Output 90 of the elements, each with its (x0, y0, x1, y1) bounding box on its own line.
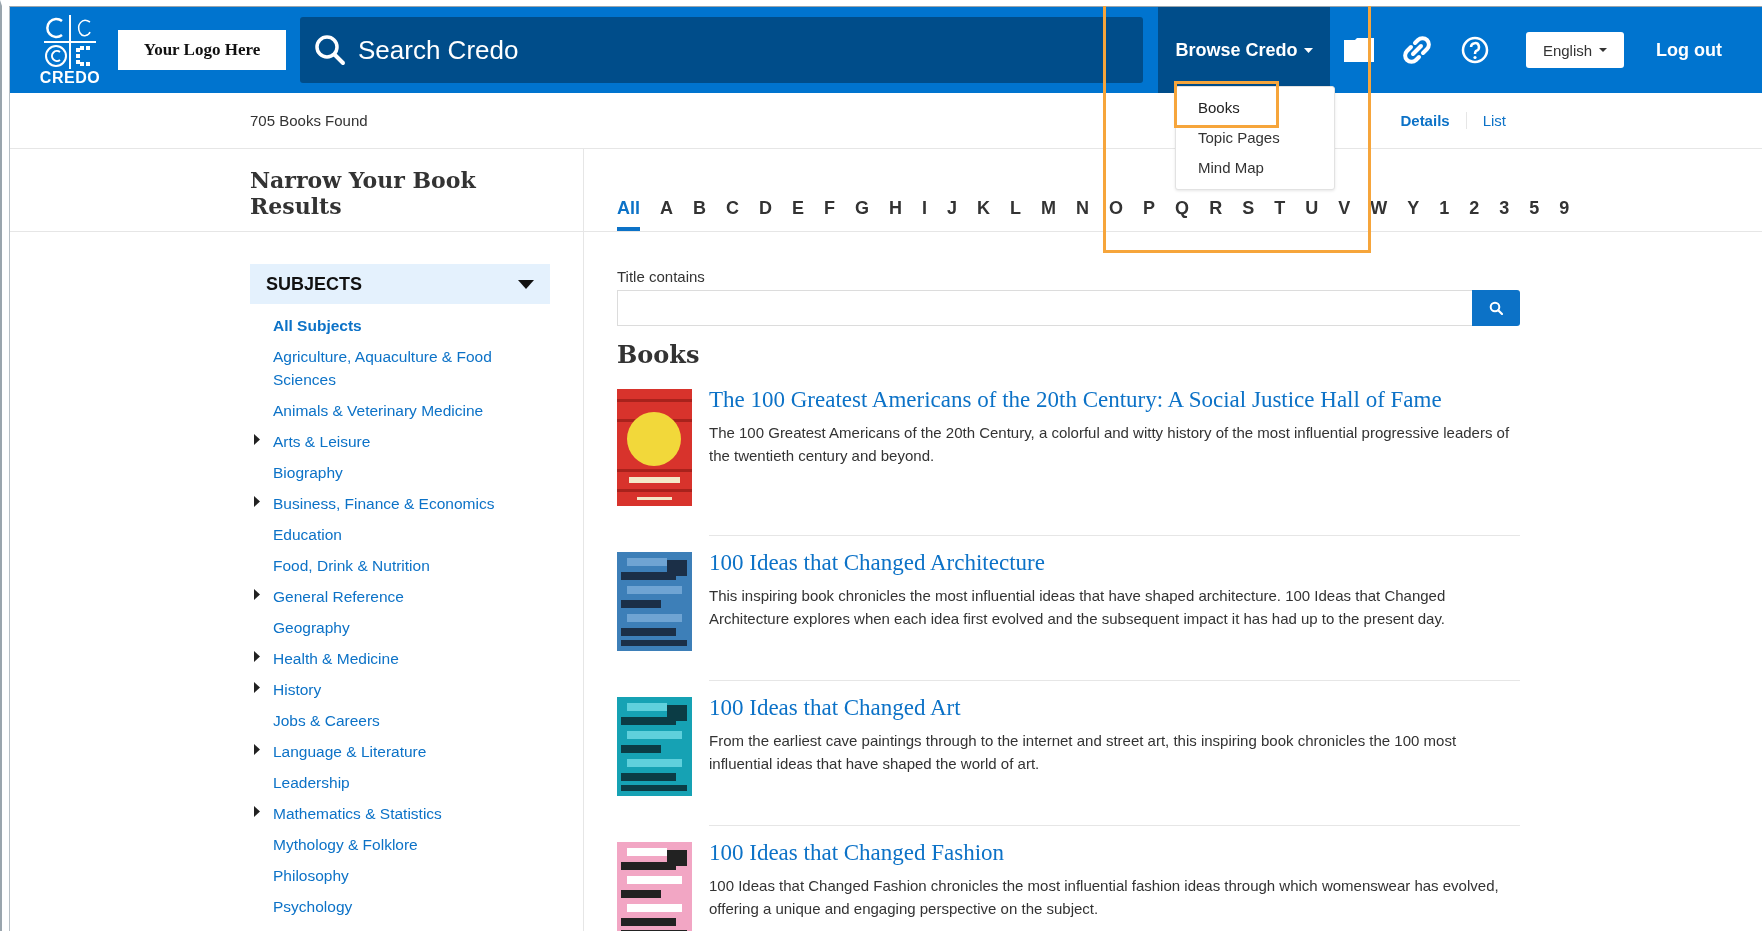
search-button[interactable] (1472, 290, 1520, 326)
book-description: From the earliest cave paintings through to the internet and street art, this inspiring book chronicles the 100 most influential ideas that have shaped the world of art. (709, 731, 1458, 774)
subject-link[interactable]: Food, Drink & Nutrition (273, 550, 513, 581)
filter-label: Title contains (617, 268, 706, 285)
letter-tab[interactable]: V (1330, 198, 1359, 231)
letter-tab[interactable]: D (751, 198, 780, 231)
subject-link[interactable]: Biography (273, 457, 513, 488)
expand-arrow-icon[interactable] (254, 651, 260, 662)
book-description: This inspiring book chronicles the most influential ideas that have shaped architecture. 100 Ideas that Changed Architecture explores when each idea first evolved and the subsequent impact it has had up to the present day. (709, 586, 1447, 629)
letter-tab[interactable]: B (685, 198, 714, 231)
letter-tab[interactable]: R (1201, 198, 1231, 231)
expand-arrow-icon[interactable] (254, 434, 260, 445)
subject-link[interactable]: Leadership (273, 767, 513, 798)
subject-link[interactable]: General Reference (273, 581, 513, 612)
letter-tab[interactable]: F (816, 198, 844, 231)
subject-link[interactable]: Animals & Veterinary Medicine (273, 395, 513, 426)
menu-item[interactable]: Topic Pages (1176, 123, 1334, 153)
book-title-link[interactable]: The 100 Greatest Americans of the 20th Century: A Social Justice Hall of Fame (709, 387, 1520, 413)
caret-icon (518, 279, 534, 289)
book-description: The 100 Greatest Americans of the 20th Century, a colorful and witty history of the most influential progressive leaders of the twentieth century and beyond. (709, 423, 1511, 466)
results-count: 705 Books Found (250, 112, 368, 129)
letter-tab[interactable]: M (1033, 198, 1065, 231)
letter-tab[interactable]: A (652, 198, 681, 231)
logo-icon (42, 13, 98, 71)
subject-link[interactable]: Business, Finance & Economics (273, 488, 513, 519)
caret-icon (1599, 48, 1608, 52)
subject-link[interactable]: Geography (273, 612, 513, 643)
subject-link[interactable]: Mythology & Folklore (273, 829, 513, 860)
book-description: 100 Ideas that Changed Fashion chronicles the most influential fashion ideas through which womenswear has evolved, offering a unique and engaging perspective on the subject. (709, 876, 1500, 919)
logout-link[interactable]: Log out (1656, 39, 1722, 61)
help-icon (1461, 36, 1489, 64)
subject-link[interactable]: Health & Medicine (273, 643, 513, 674)
subject-link[interactable]: Jobs & Careers (273, 705, 513, 736)
subject-link[interactable]: Education (273, 519, 513, 550)
menu-item[interactable]: Mind Map (1176, 153, 1334, 183)
subject-link[interactable]: Philosophy (273, 860, 513, 891)
expand-arrow-icon[interactable] (254, 496, 260, 507)
letter-tab[interactable]: S (1234, 198, 1263, 231)
link-icon (1403, 36, 1431, 64)
letter-tab[interactable]: W (1362, 198, 1396, 231)
book-title-link[interactable]: 100 Ideas that Changed Art (709, 695, 1520, 721)
search-field[interactable]: Search Credo (300, 17, 1143, 83)
search-icon (314, 34, 346, 66)
subject-link[interactable]: Agriculture, Aquaculture & Food Sciences (273, 341, 513, 395)
subject-link[interactable]: Mathematics & Statistics (273, 798, 513, 829)
letter-tab[interactable]: E (784, 198, 813, 231)
subject-link[interactable]: Arts & Leisure (273, 426, 513, 457)
letter-tab[interactable]: All (617, 198, 640, 231)
letter-tab[interactable]: 2 (1461, 198, 1488, 231)
subject-link[interactable]: All Subjects (273, 310, 513, 341)
search-icon (1489, 301, 1503, 315)
letter-tab[interactable]: T (1266, 198, 1294, 231)
letter-tab[interactable]: N (1068, 198, 1098, 231)
letter-tab[interactable]: I (914, 198, 936, 231)
letter-tab[interactable]: L (1002, 198, 1030, 231)
menu-item[interactable]: Books (1176, 93, 1334, 123)
letter-tab[interactable]: K (969, 198, 999, 231)
logo-placeholder-text: Your Logo Here (143, 40, 261, 60)
letter-tab[interactable]: 1 (1431, 198, 1458, 231)
brand-name: CREDO (39, 69, 101, 87)
view-toggle[interactable]: List (1465, 112, 1522, 129)
letter-tab[interactable]: Y (1399, 198, 1428, 231)
browse-menu-button[interactable]: Browse Credo (1158, 7, 1330, 93)
book-title-link[interactable]: 100 Ideas that Changed Architecture (709, 550, 1520, 576)
subject-link[interactable]: Language & Literature (273, 736, 513, 767)
section-heading: Books (617, 340, 701, 369)
expand-arrow-icon[interactable] (254, 744, 260, 755)
letter-tab[interactable]: 5 (1521, 198, 1548, 231)
view-toggle[interactable]: Details (1384, 112, 1466, 129)
expand-arrow-icon[interactable] (254, 682, 260, 693)
language-select[interactable]: English (1526, 32, 1624, 68)
letter-tab[interactable]: C (718, 198, 747, 231)
letter-tab[interactable]: U (1297, 198, 1327, 231)
letter-tab[interactable]: G (847, 198, 878, 231)
letter-tab[interactable]: Q (1167, 198, 1198, 231)
subject-link[interactable]: Psychology (273, 891, 513, 922)
letter-tab[interactable]: P (1135, 198, 1164, 231)
book-title-link[interactable]: 100 Ideas that Changed Fashion (709, 840, 1520, 866)
letter-tab[interactable]: 9 (1551, 198, 1578, 231)
expand-arrow-icon[interactable] (254, 589, 260, 600)
subjects-facet[interactable]: SUBJECTS (250, 264, 550, 304)
subject-link[interactable]: History (273, 674, 513, 705)
letter-tab[interactable]: O (1101, 198, 1132, 231)
letter-tab[interactable]: 3 (1491, 198, 1518, 231)
letter-tab[interactable]: J (939, 198, 966, 231)
title-filter-field[interactable] (617, 290, 1472, 326)
caret-icon (1303, 47, 1313, 53)
sidebar-heading: Narrow Your Book Results (250, 167, 477, 219)
letter-tab[interactable]: H (881, 198, 911, 231)
expand-arrow-icon[interactable] (254, 806, 260, 817)
